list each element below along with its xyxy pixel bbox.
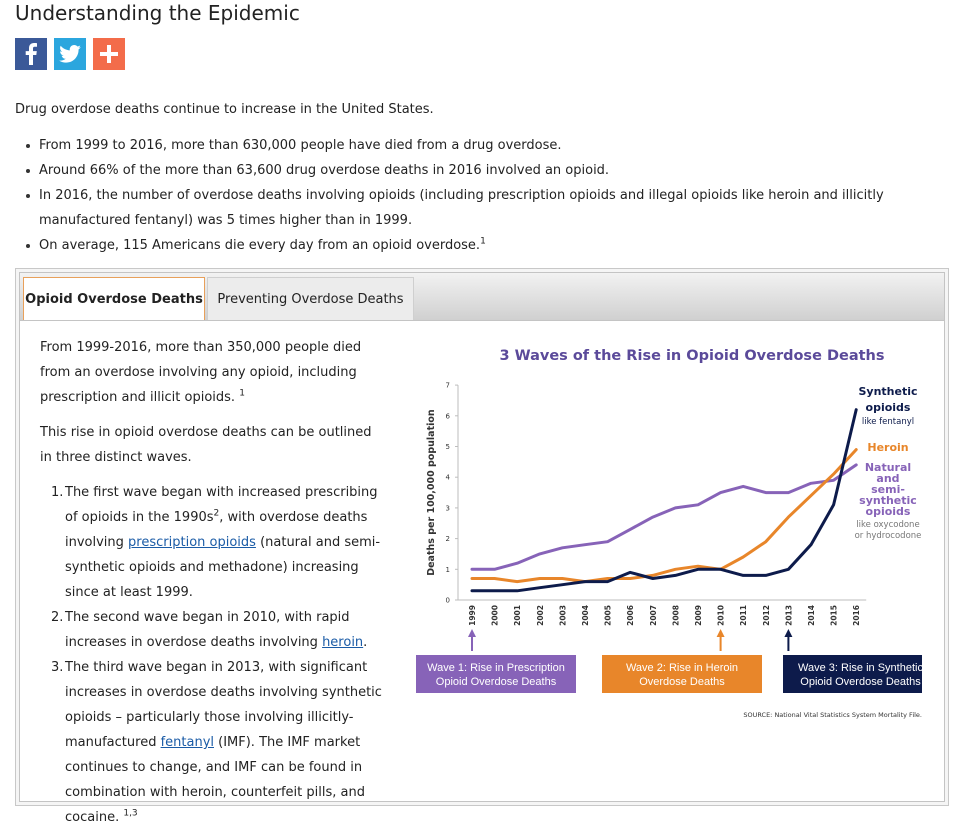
wave-label: Wave 1: Rise in Prescription — [427, 662, 565, 674]
x-tick-label: 2013 — [784, 605, 793, 626]
x-tick-label: 2002 — [536, 605, 545, 626]
heroin-link[interactable]: heroin — [322, 635, 363, 650]
list-item: On average, 115 Americans die every day … — [15, 233, 935, 258]
synthetic-opioids-line — [470, 408, 858, 593]
page-title: Understanding the Epidemic — [15, 1, 300, 25]
fact-list: From 1999 to 2016, more than 630,000 peo… — [15, 133, 935, 258]
x-tick-label: 2001 — [513, 605, 522, 626]
heroin-line — [470, 448, 858, 584]
panel-paragraph: This rise in opioid overdose deaths can … — [40, 425, 372, 465]
x-tick-label: 2016 — [852, 605, 861, 626]
legend-synthetic: Synthetic — [858, 385, 917, 398]
x-tick-label: 2015 — [830, 605, 839, 626]
natural-semi-synthetic-line — [470, 463, 858, 571]
tabbed-panel: Opioid Overdose Deaths Preventing Overdo… — [15, 268, 949, 825]
tab-strip: Opioid Overdose Deaths Preventing Overdo… — [19, 272, 945, 321]
list-item: From 1999 to 2016, more than 630,000 peo… — [15, 133, 935, 158]
wave-arrow-head — [784, 629, 793, 637]
y-tick-label: 1 — [446, 566, 450, 574]
legend-synthetic: opioids — [866, 401, 911, 414]
y-tick-label: 4 — [446, 474, 451, 482]
social-share-bar — [15, 38, 125, 70]
x-tick-label: 2011 — [739, 605, 748, 626]
x-tick-label: 2010 — [717, 605, 726, 626]
fentanyl-link[interactable]: fentanyl — [161, 735, 214, 750]
facebook-icon — [25, 43, 37, 65]
x-tick-label: 2009 — [694, 605, 703, 626]
panel-paragraph: From 1999-2016, more than 350,000 people… — [40, 340, 362, 405]
x-tick-label: 2004 — [581, 605, 590, 626]
y-tick-label: 5 — [446, 443, 450, 451]
x-tick-label: 2007 — [649, 605, 658, 626]
plus-share-icon — [100, 45, 118, 63]
more-share-button[interactable] — [93, 38, 125, 70]
x-tick-label: 2003 — [558, 605, 567, 626]
tab-preventing-overdose-deaths[interactable]: Preventing Overdose Deaths — [207, 277, 414, 321]
wave-arrow-head — [468, 629, 476, 637]
legend-natural-note: like oxycodone — [856, 520, 919, 530]
intro-text: Drug overdose deaths continue to increas… — [15, 102, 434, 117]
x-tick-label: 2006 — [626, 605, 635, 626]
tab-opioid-overdose-deaths[interactable]: Opioid Overdose Deaths — [23, 277, 205, 321]
twitter-icon — [59, 45, 81, 63]
chart-svg: 3 Waves of the Rise in Opioid Overdose D… — [416, 348, 922, 719]
legend-natural-note: or hydrocodone — [855, 531, 922, 541]
x-tick-label: 1999 — [468, 605, 477, 626]
x-tick-label: 2014 — [807, 605, 816, 626]
y-tick-label: 7 — [446, 382, 450, 390]
x-tick-label: 2005 — [604, 605, 613, 626]
legend-synthetic-note: like fentanyl — [862, 417, 914, 427]
x-tick-label: 2000 — [491, 605, 500, 626]
wave-arrow-head — [716, 629, 725, 637]
list-item: 1. The first wave began with increased pr… — [51, 485, 381, 600]
citation-superscript: 1 — [480, 236, 486, 247]
wave-label: Opioid Overdose Deaths — [800, 676, 921, 688]
wave-label: Overdose Deaths — [639, 676, 725, 688]
y-tick-label: 0 — [446, 597, 450, 605]
list-item: Around 66% of the more than 63,600 drug … — [15, 158, 935, 183]
chart-source: SOURCE: National Vital Statistics System… — [743, 711, 922, 719]
x-tick-label: 2008 — [671, 605, 680, 626]
twitter-share-button[interactable] — [54, 38, 86, 70]
wave-label: Wave 3: Rise in Synthetic — [798, 662, 922, 674]
y-tick-label: 3 — [446, 504, 450, 512]
wave-label: Opioid Overdose Deaths — [436, 676, 557, 688]
list-item: 2. The second wave began in 2010, with ra… — [51, 610, 368, 650]
legend-natural: opioids — [866, 505, 911, 518]
chart-title: 3 Waves of the Rise in Opioid Overdose D… — [499, 348, 884, 364]
prescription-opioids-link[interactable]: prescription opioids — [128, 535, 256, 550]
opioid-waves-chart: 3 Waves of the Rise in Opioid Overdose D… — [410, 335, 922, 745]
y-tick-label: 6 — [446, 412, 451, 420]
facebook-share-button[interactable] — [15, 38, 47, 70]
wave-label: Wave 2: Rise in Heroin — [626, 662, 738, 674]
legend-heroin: Heroin — [867, 441, 908, 454]
list-item: In 2016, the number of overdose deaths i… — [15, 183, 935, 233]
y-tick-label: 2 — [446, 535, 450, 543]
tab-panel-content: From 1999-2016, more than 350,000 people… — [19, 320, 945, 825]
x-tick-label: 2012 — [762, 605, 771, 626]
y-axis-label: Deaths per 100,000 population — [426, 409, 437, 576]
